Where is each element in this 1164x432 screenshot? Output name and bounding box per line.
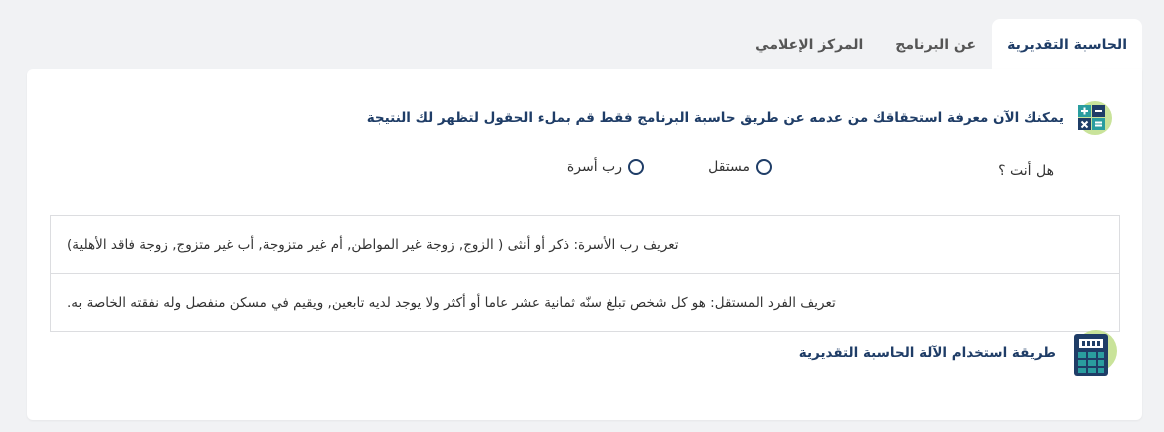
radio-circle[interactable] (756, 159, 772, 175)
tab-bar: الحاسبة التقديرية عن البرنامج المركز الإ… (739, 19, 1142, 70)
definition-head-of-family: تعريف رب الأسرة: ذكر أو أنثى ( الزوج, زو… (67, 236, 679, 253)
definition-independent: تعريف الفرد المستقل: هو كل شخص تبلغ سنّه… (51, 273, 1119, 331)
radio-head-of-family[interactable]: رب أسرة (567, 159, 644, 175)
usage-link[interactable]: طريقة استخدام الآلة الحاسبة التقديرية (799, 329, 1118, 377)
question-label: هل أنت ؟ (998, 163, 1054, 179)
radio-circle[interactable] (628, 159, 644, 175)
intro-text: يمكنك الآن معرفة استحقاقك من عدمه عن طري… (366, 110, 1064, 126)
calculator-panel: يمكنك الآن معرفة استحقاقك من عدمه عن طري… (27, 69, 1142, 420)
definitions-table: تعريف رب الأسرة: ذكر أو أنثى ( الزوج, زو… (50, 215, 1120, 332)
radio-independent-label: مستقل (708, 159, 750, 175)
radio-independent[interactable]: مستقل (708, 159, 772, 175)
usage-text: طريقة استخدام الآلة الحاسبة التقديرية (798, 345, 1056, 361)
calculator-icon (1074, 99, 1112, 137)
tab-about-program[interactable]: عن البرنامج (879, 19, 992, 70)
intro-row: يمكنك الآن معرفة استحقاقك من عدمه عن طري… (367, 99, 1112, 137)
radio-head-of-family-label: رب أسرة (566, 159, 622, 175)
calculator-icon (1070, 329, 1118, 377)
tab-media-center[interactable]: المركز الإعلامي (739, 19, 879, 70)
tab-estimator-calculator[interactable]: الحاسبة التقديرية (992, 19, 1142, 70)
